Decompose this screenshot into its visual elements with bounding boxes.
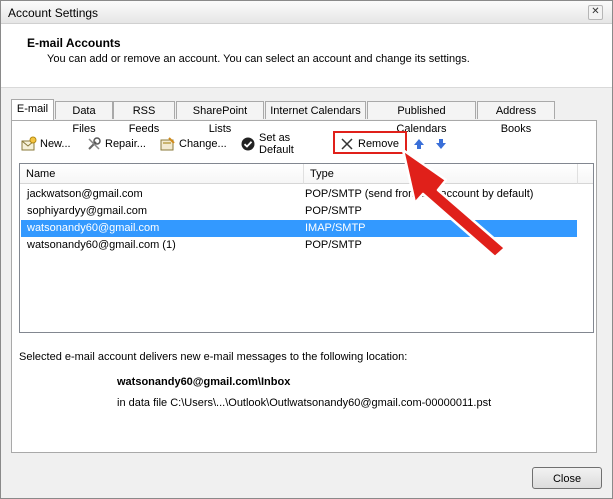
new-account-button[interactable]: New... [21,134,71,154]
remove-highlight-box [333,131,407,154]
account-row-selected[interactable]: watsonandy60@gmail.com IMAP/SMTP [21,220,577,237]
tab-sharepoint-lists[interactable]: SharePoint Lists [176,101,264,135]
close-button[interactable]: Close [532,467,602,489]
tab-rss-feeds[interactable]: RSS Feeds [113,101,175,135]
account-row[interactable]: sophiyardyy@gmail.com POP/SMTP [21,203,577,220]
column-header-filler [578,164,593,184]
column-header-name[interactable]: Name [20,164,304,184]
move-up-button[interactable] [411,134,430,154]
delivery-folder: watsonandy60@gmail.com\Inbox [117,376,291,388]
tab-internet-calendars[interactable]: Internet Calendars [265,101,366,119]
set-as-default-label: Set as Default [259,132,294,156]
tab-email[interactable]: E-mail [11,99,54,120]
account-type: POP/SMTP [305,205,362,217]
repair-button[interactable]: Repair... [86,134,146,154]
delivery-data-file: in data file C:\Users\...\Outlook\Outlwa… [117,397,492,409]
account-type: IMAP/SMTP [305,222,366,234]
tab-data-files[interactable]: Data Files [55,101,113,135]
window-title: Account Settings [8,6,99,20]
change-label: Change... [179,138,227,150]
arrow-down-icon [433,136,449,152]
arrow-up-icon [411,136,427,152]
title-bar: Account Settings ✕ [1,1,612,24]
dialog-header: E-mail Accounts You can add or remove an… [1,24,612,88]
account-row[interactable]: watsonandy60@gmail.com (1) POP/SMTP [21,237,577,254]
wrench-icon [86,136,102,152]
header-title: E-mail Accounts [27,36,121,50]
column-header-type[interactable]: Type [304,164,578,184]
account-type: POP/SMTP (send from this account by defa… [305,188,534,200]
new-mail-icon [21,136,37,152]
change-button[interactable]: Change... [160,134,227,154]
account-type: POP/SMTP [305,239,362,251]
checkmark-circle-icon [240,136,256,152]
account-settings-window: Account Settings ✕ E-mail Accounts You c… [0,0,613,499]
change-settings-icon [160,136,176,152]
delivery-intro: Selected e-mail account delivers new e-m… [19,351,408,363]
header-description: You can add or remove an account. You ca… [47,53,470,65]
close-window-icon[interactable]: ✕ [588,5,603,20]
account-name: watsonandy60@gmail.com (1) [27,239,176,251]
account-row[interactable]: jackwatson@gmail.com POP/SMTP (send from… [21,186,577,203]
account-name: watsonandy60@gmail.com [27,222,160,234]
move-down-button[interactable] [433,134,452,154]
new-label: New... [40,138,71,150]
tab-address-books[interactable]: Address Books [477,101,555,135]
repair-label: Repair... [105,138,146,150]
account-name: sophiyardyy@gmail.com [27,205,147,217]
accounts-list[interactable]: Name Type jackwatson@gmail.com POP/SMTP … [19,163,594,333]
set-as-default-button[interactable]: Set as Default [240,132,294,156]
account-name: jackwatson@gmail.com [27,188,143,200]
tab-published-calendars[interactable]: Published Calendars [367,101,476,135]
